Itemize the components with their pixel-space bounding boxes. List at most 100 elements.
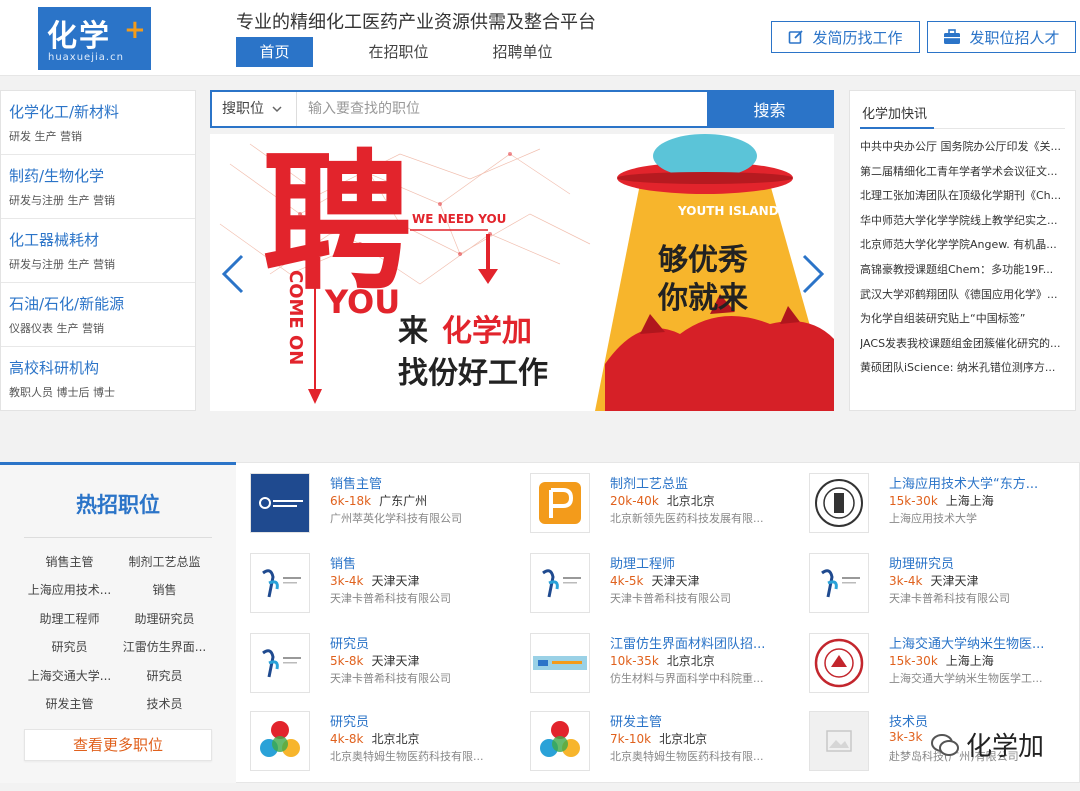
- job-company[interactable]: 天津卡普希科技有限公司: [610, 590, 790, 606]
- job-company[interactable]: 广州萃英化学科技有限公司: [330, 510, 510, 526]
- company-logo[interactable]: [530, 553, 590, 613]
- company-logo[interactable]: [809, 553, 869, 613]
- job-title[interactable]: 江雷仿生界面材料团队招...: [610, 633, 790, 652]
- category-title[interactable]: 高校科研机构: [9, 357, 195, 381]
- job-title[interactable]: 助理工程师: [610, 553, 790, 572]
- hot-position-link[interactable]: 销售: [117, 576, 212, 604]
- job-card[interactable]: 销售主管 6k-18k 广东广州 广州萃英化学科技有限公司: [250, 473, 510, 537]
- job-title[interactable]: 研发主管: [610, 711, 790, 730]
- company-logo[interactable]: [530, 473, 590, 533]
- company-logo[interactable]: [809, 711, 869, 771]
- nav-open-positions[interactable]: 在招职位: [360, 37, 437, 67]
- company-logo[interactable]: [809, 473, 869, 533]
- category-item[interactable]: 高校科研机构 教职人员 博士后 博士: [1, 347, 195, 411]
- recruit-banner[interactable]: 聘 WE NEED YOU COME ON YOU 来化学加 找份好工作 YOU…: [210, 134, 834, 411]
- hot-position-link[interactable]: 技术员: [117, 690, 212, 718]
- news-item[interactable]: 高锦豪教授课题组Chem：多功能19F...: [860, 258, 1065, 283]
- nav-employers[interactable]: 招聘单位: [484, 37, 561, 67]
- category-title[interactable]: 化工器械耗材: [9, 229, 195, 253]
- category-title[interactable]: 化学化工/新材料: [9, 101, 195, 125]
- hot-position-link[interactable]: 助理工程师: [22, 605, 117, 633]
- hot-position-link[interactable]: 上海应用技术...: [22, 576, 117, 604]
- job-card[interactable]: 江雷仿生界面材料团队招... 10k-35k 北京北京 仿生材料与界面科学中科院重…: [530, 633, 790, 697]
- company-logo[interactable]: [250, 553, 310, 613]
- job-title[interactable]: 研究员: [330, 633, 510, 652]
- chevron-left-icon[interactable]: [218, 254, 248, 294]
- job-card[interactable]: 销售 3k-4k 天津天津 天津卡普希科技有限公司: [250, 553, 510, 617]
- news-panel: 化学加快讯 中共中央办公厅 国务院办公厅印发《关... 第二届精细化工青年学者学…: [849, 90, 1076, 411]
- job-salary: 5k-8k: [330, 654, 364, 668]
- company-logo[interactable]: [250, 711, 310, 771]
- job-title[interactable]: 销售: [330, 553, 510, 572]
- news-item[interactable]: 黄硕团队iScience: 纳米孔错位测序方...: [860, 356, 1065, 381]
- company-logo[interactable]: [530, 711, 590, 771]
- job-salary: 3k-4k: [889, 574, 923, 588]
- news-item[interactable]: JACS发表我校课题组金团簇催化研究的...: [860, 332, 1065, 357]
- send-resume-button[interactable]: 发简历找工作: [771, 21, 920, 53]
- hot-position-link[interactable]: 研发主管: [22, 690, 117, 718]
- banner-you: YOU: [325, 283, 401, 321]
- job-title[interactable]: 研究员: [330, 711, 510, 730]
- category-item[interactable]: 化工器械耗材 研发与注册 生产 营销: [1, 219, 195, 283]
- hot-position-link[interactable]: 上海交通大学...: [22, 662, 117, 690]
- site-logo[interactable]: 化学 + huaxuejia.cn: [38, 7, 151, 70]
- hot-position-link[interactable]: 制剂工艺总监: [117, 548, 212, 576]
- job-company[interactable]: 上海应用技术大学: [889, 510, 1069, 526]
- search-button[interactable]: 搜索: [707, 92, 832, 126]
- job-card[interactable]: 研发主管 7k-10k 北京北京 北京奥特姆生物医药科技有限...: [530, 711, 790, 775]
- category-title[interactable]: 制药/生物化学: [9, 165, 195, 189]
- search-type-select[interactable]: 搜职位: [212, 92, 297, 126]
- post-job-button[interactable]: 发职位招人才: [927, 21, 1076, 53]
- job-card[interactable]: 助理研究员 3k-4k 天津天津 天津卡普希科技有限公司: [809, 553, 1069, 617]
- news-item[interactable]: 武汉大学邓鹤翔团队《德国应用化学》...: [860, 283, 1065, 308]
- job-title[interactable]: 销售主管: [330, 473, 510, 492]
- category-title[interactable]: 石油/石化/新能源: [9, 293, 195, 317]
- job-company[interactable]: 天津卡普希科技有限公司: [330, 590, 510, 606]
- news-item[interactable]: 第二届精细化工青年学者学术会议征文...: [860, 160, 1065, 185]
- category-subtitle: 研发与注册 生产 营销: [9, 258, 115, 271]
- more-positions-button[interactable]: 查看更多职位: [24, 729, 212, 761]
- hot-position-link[interactable]: 研究员: [22, 633, 117, 661]
- news-item[interactable]: 中共中央办公厅 国务院办公厅印发《关...: [860, 135, 1065, 160]
- job-card[interactable]: 上海应用技术大学“东方... 15k-30k 上海上海 上海应用技术大学: [809, 473, 1069, 537]
- job-title[interactable]: 上海交通大学纳米生物医...: [889, 633, 1069, 652]
- job-company[interactable]: 上海交通大学纳米生物医学工...: [889, 670, 1069, 686]
- nav-home[interactable]: 首页: [236, 37, 313, 67]
- job-card[interactable]: 助理工程师 4k-5k 天津天津 天津卡普希科技有限公司: [530, 553, 790, 617]
- hot-position-link[interactable]: 江雷仿生界面...: [117, 633, 212, 661]
- company-logo[interactable]: [530, 633, 590, 693]
- company-logo[interactable]: [250, 633, 310, 693]
- search-input[interactable]: [297, 92, 707, 126]
- company-logo[interactable]: [250, 473, 310, 533]
- job-card[interactable]: 研究员 4k-8k 北京北京 北京奥特姆生物医药科技有限...: [250, 711, 510, 775]
- news-item[interactable]: 华中师范大学化学学院线上教学纪实之...: [860, 209, 1065, 234]
- hot-position-link[interactable]: 助理研究员: [117, 605, 212, 633]
- news-item[interactable]: 北京师范大学化学学院Angew. 有机晶...: [860, 233, 1065, 258]
- job-card[interactable]: 制剂工艺总监 20k-40k 北京北京 北京新领先医药科技发展有限...: [530, 473, 790, 537]
- job-company[interactable]: 北京奥特姆生物医药科技有限...: [330, 748, 510, 764]
- chevron-right-icon[interactable]: [798, 254, 828, 294]
- search-type-label: 搜职位: [222, 101, 264, 117]
- job-company[interactable]: 天津卡普希科技有限公司: [330, 670, 510, 686]
- divider: [24, 537, 212, 538]
- hot-position-link[interactable]: 研究员: [117, 662, 212, 690]
- job-card[interactable]: 研究员 5k-8k 天津天津 天津卡普希科技有限公司: [250, 633, 510, 697]
- jianglei-logo-icon: [533, 656, 587, 670]
- news-item[interactable]: 北理工张加涛团队在顶级化学期刊《Ch...: [860, 184, 1065, 209]
- hot-position-link[interactable]: 销售主管: [22, 548, 117, 576]
- category-item[interactable]: 石油/石化/新能源 仪器仪表 生产 营销: [1, 283, 195, 347]
- job-company[interactable]: 北京奥特姆生物医药科技有限...: [610, 748, 790, 764]
- category-item[interactable]: 化学化工/新材料 研发 生产 营销: [1, 91, 195, 155]
- job-company[interactable]: 天津卡普希科技有限公司: [889, 590, 1069, 606]
- job-card[interactable]: 上海交通大学纳米生物医... 15k-30k 上海上海 上海交通大学纳米生物医学工…: [809, 633, 1069, 697]
- post-job-label: 发职位招人才: [969, 28, 1060, 47]
- job-title[interactable]: 上海应用技术大学“东方...: [889, 473, 1069, 492]
- job-meta: 4k-8k 北京北京: [330, 730, 420, 747]
- company-logo[interactable]: [809, 633, 869, 693]
- category-item[interactable]: 制药/生物化学 研发与注册 生产 营销: [1, 155, 195, 219]
- job-company[interactable]: 北京新领先医药科技发展有限...: [610, 510, 790, 526]
- job-title[interactable]: 助理研究员: [889, 553, 1069, 572]
- job-company[interactable]: 仿生材料与界面科学中科院重...: [610, 670, 790, 686]
- news-item[interactable]: 为化学自组装研究贴上“中国标签”: [860, 307, 1065, 332]
- job-title[interactable]: 制剂工艺总监: [610, 473, 790, 492]
